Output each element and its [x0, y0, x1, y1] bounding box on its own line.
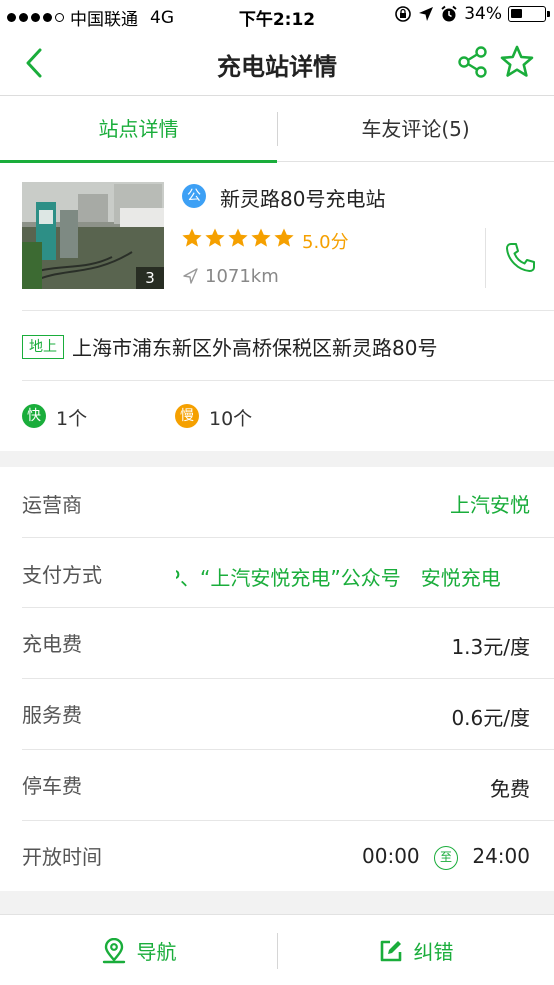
- phone-icon: [506, 243, 535, 272]
- section-gap: [0, 891, 554, 914]
- station-photo[interactable]: 3: [22, 182, 164, 289]
- divider: [22, 749, 554, 750]
- parking-fee-value: 免费: [490, 777, 530, 801]
- status-bar: 中国联通 4G 下午2:12 34%: [0, 0, 554, 30]
- star-icon: [205, 228, 225, 247]
- tab-reviews[interactable]: 车友评论(5): [277, 96, 554, 162]
- public-badge: 公: [182, 184, 206, 208]
- status-right: 34%: [394, 4, 550, 24]
- distance-value: 1071km: [205, 266, 279, 287]
- station-name: 新灵路80号充电站: [220, 187, 386, 211]
- tab-bar: 站点详情 车友评论(5): [0, 96, 554, 163]
- correct-error-label: 纠错: [413, 940, 454, 964]
- navigation-arrow-icon: [183, 268, 198, 284]
- distance-icon: [182, 267, 198, 289]
- hours-start: 00:00: [362, 844, 420, 868]
- navigation-bar: 充电站详情: [0, 30, 554, 96]
- battery-percent: 34%: [464, 4, 502, 24]
- ground-tag: 地上: [22, 335, 64, 359]
- location-pin-icon: [102, 937, 125, 963]
- payment-label: 支付方式: [22, 563, 102, 587]
- battery-icon: [508, 6, 550, 22]
- star-icon: [251, 228, 271, 247]
- phone-divider: [485, 228, 486, 288]
- navigate-label: 导航: [136, 940, 177, 964]
- fast-charger-count: 1个: [56, 408, 88, 430]
- call-button[interactable]: [502, 240, 538, 276]
- correct-error-button[interactable]: 纠错: [277, 915, 554, 985]
- hours-to-badge: 至: [434, 845, 458, 870]
- rating-stars: [181, 227, 295, 249]
- photo-count: 3: [136, 267, 164, 289]
- operator-label: 运营商: [22, 493, 82, 517]
- divider: [22, 678, 554, 679]
- divider: [22, 310, 554, 311]
- edit-icon: [380, 940, 401, 961]
- fast-charger-badge: 快: [22, 404, 46, 428]
- rating-score: 5.0分: [302, 232, 349, 253]
- navigate-button[interactable]: 导航: [0, 915, 277, 985]
- payment-value: P、“上汽安悦充电”公众号 安悦充电: [176, 566, 501, 590]
- hours-end: 24:00: [472, 844, 530, 868]
- bottom-action-bar: 导航 纠错: [0, 914, 554, 985]
- payment-methods-scroller: P、“上汽安悦充电”公众号 安悦充电: [176, 560, 532, 592]
- service-fee-value: 0.6元/度: [451, 706, 530, 730]
- divider: [22, 537, 554, 538]
- rotation-lock-icon: [395, 6, 412, 22]
- share-button[interactable]: [456, 45, 490, 79]
- charge-fee-label: 充电费: [22, 632, 82, 656]
- alarm-icon: [441, 5, 457, 22]
- divider: [22, 380, 554, 381]
- parking-fee-label: 停车费: [22, 774, 82, 798]
- tab-station-details[interactable]: 站点详情: [0, 96, 277, 163]
- star-icon: [228, 228, 248, 247]
- opening-hours: 00:00 至 24:00: [362, 844, 530, 870]
- charge-fee-value: 1.3元/度: [451, 635, 530, 659]
- star-icon: [274, 228, 294, 247]
- star-icon: [182, 228, 202, 247]
- share-icon: [458, 46, 487, 78]
- operator-value: 上汽安悦: [450, 493, 530, 517]
- location-arrow-icon: [419, 7, 434, 21]
- slow-charger-badge: 慢: [175, 404, 199, 428]
- station-detail-page: 中国联通 4G 下午2:12 34% 充电站详情 站点详情 车友评论(5) 3 …: [0, 0, 554, 985]
- service-fee-label: 服务费: [22, 703, 82, 727]
- divider: [22, 820, 554, 821]
- station-address: 上海市浦东新区外高桥保税区新灵路80号: [72, 336, 438, 360]
- section-gap: [0, 451, 554, 467]
- slow-charger-count: 10个: [209, 408, 253, 430]
- divider: [22, 607, 554, 608]
- favorite-button[interactable]: [499, 44, 535, 80]
- star-outline-icon: [500, 45, 534, 77]
- hours-label: 开放时间: [22, 845, 102, 869]
